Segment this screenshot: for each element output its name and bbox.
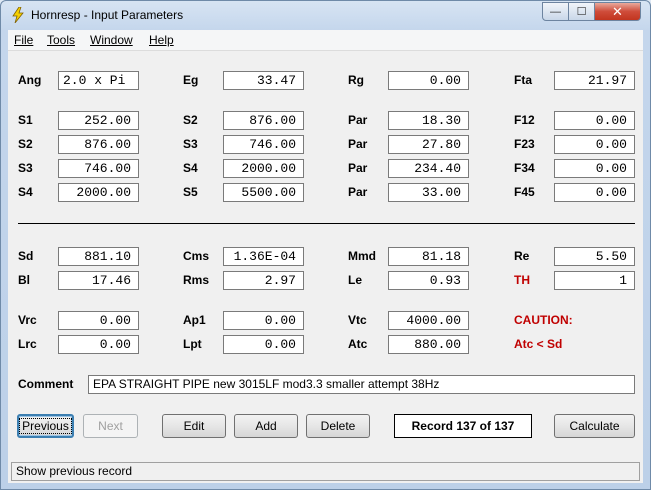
field-re[interactable]: 5.50: [554, 247, 635, 266]
menu-tools[interactable]: Tools: [47, 33, 75, 47]
window-title: Hornresp - Input Parameters: [31, 8, 184, 22]
label-fta: Fta: [514, 73, 532, 87]
field-le[interactable]: 0.93: [388, 271, 469, 290]
add-button[interactable]: Add: [234, 414, 298, 438]
field-par-1[interactable]: 18.30: [388, 111, 469, 130]
field-s3-left[interactable]: 746.00: [58, 159, 139, 178]
label-par-1: Par: [348, 113, 368, 127]
menu-help[interactable]: Help: [149, 33, 174, 47]
caution-message: Atc < Sd: [514, 337, 563, 351]
field-f23[interactable]: 0.00: [554, 135, 635, 154]
status-bar: Show previous record: [8, 459, 643, 483]
label-bl: Bl: [18, 273, 30, 287]
calculate-button[interactable]: Calculate: [554, 414, 635, 438]
label-s4: S4: [18, 185, 33, 199]
label-th: TH: [514, 273, 530, 287]
label-s1: S1: [18, 113, 33, 127]
field-vtc[interactable]: 4000.00: [388, 311, 469, 330]
label-sd: Sd: [18, 249, 34, 263]
label-f45: F45: [514, 185, 535, 199]
lightning-icon: [12, 7, 24, 23]
field-s2[interactable]: 876.00: [223, 111, 304, 130]
label-par-3: Par: [348, 161, 368, 175]
field-mmd[interactable]: 81.18: [388, 247, 469, 266]
label-lpt: Lpt: [183, 337, 202, 351]
field-fta[interactable]: 21.97: [554, 71, 635, 90]
field-f45[interactable]: 0.00: [554, 183, 635, 202]
label-cms: Cms: [183, 249, 210, 263]
edit-button[interactable]: Edit: [162, 414, 226, 438]
label-par-4: Par: [348, 185, 368, 199]
label-s5: S5: [183, 185, 198, 199]
label-s3: S3: [18, 161, 33, 175]
label-lrc: Lrc: [18, 337, 37, 351]
label-ang: Ang: [18, 73, 42, 87]
section-divider: [18, 223, 635, 224]
input-parameters-panel: Ang 2.0 x Pi Eg 33.47 Rg 0.00 Fta 21.97 …: [8, 51, 643, 459]
field-f12[interactable]: 0.00: [554, 111, 635, 130]
label-le: Le: [348, 273, 363, 287]
minimize-button[interactable]: —: [542, 2, 569, 21]
status-text: Show previous record: [11, 462, 640, 481]
label-eg: Eg: [183, 73, 199, 87]
label-f12: F12: [514, 113, 535, 127]
label-atc: Atc: [348, 337, 368, 351]
field-ap1[interactable]: 0.00: [223, 311, 304, 330]
label-vrc: Vrc: [18, 313, 37, 327]
field-par-2[interactable]: 27.80: [388, 135, 469, 154]
label-rg: Rg: [348, 73, 364, 87]
field-par-4[interactable]: 33.00: [388, 183, 469, 202]
label-re: Re: [514, 249, 530, 263]
field-vrc[interactable]: 0.00: [58, 311, 139, 330]
label-s2: S2: [18, 137, 33, 151]
field-s3[interactable]: 746.00: [223, 135, 304, 154]
menu-window[interactable]: Window: [90, 33, 133, 47]
comment-field[interactable]: EPA STRAIGHT PIPE new 3015LF mod3.3 smal…: [88, 375, 635, 394]
delete-button[interactable]: Delete: [306, 414, 370, 438]
label-mmd: Mmd: [348, 249, 376, 263]
field-s4-left[interactable]: 2000.00: [58, 183, 139, 202]
field-th[interactable]: 1: [554, 271, 635, 290]
field-bl[interactable]: 17.46: [58, 271, 139, 290]
record-indicator: Record 137 of 137: [394, 414, 532, 438]
field-lrc[interactable]: 0.00: [58, 335, 139, 354]
field-s5[interactable]: 5500.00: [223, 183, 304, 202]
menu-bar: File Tools Window Help: [8, 30, 643, 51]
label-f23: F23: [514, 137, 535, 151]
close-button[interactable]: ✕: [594, 2, 641, 21]
field-s4[interactable]: 2000.00: [223, 159, 304, 178]
previous-button[interactable]: Previous: [17, 414, 74, 438]
label-vtc: Vtc: [348, 313, 367, 327]
field-rg[interactable]: 0.00: [388, 71, 469, 90]
maximize-button[interactable]: ☐: [568, 2, 595, 21]
main-window: Hornresp - Input Parameters — ☐ ✕ File T…: [0, 0, 651, 490]
label-comment: Comment: [18, 377, 74, 391]
label-rms: Rms: [183, 273, 210, 287]
label-s3: S3: [183, 137, 198, 151]
field-cms[interactable]: 1.36E-04: [223, 247, 304, 266]
field-eg[interactable]: 33.47: [223, 71, 304, 90]
field-rms[interactable]: 2.97: [223, 271, 304, 290]
label-f34: F34: [514, 161, 535, 175]
field-sd[interactable]: 881.10: [58, 247, 139, 266]
field-ang[interactable]: 2.0 x Pi: [58, 71, 139, 90]
caution-label: CAUTION:: [514, 313, 573, 327]
label-s2: S2: [183, 113, 198, 127]
field-lpt[interactable]: 0.00: [223, 335, 304, 354]
label-ap1: Ap1: [183, 313, 206, 327]
next-button[interactable]: Next: [83, 414, 138, 438]
menu-file[interactable]: File: [14, 33, 33, 47]
field-f34[interactable]: 0.00: [554, 159, 635, 178]
field-s2-left[interactable]: 876.00: [58, 135, 139, 154]
label-par-2: Par: [348, 137, 368, 151]
field-s1[interactable]: 252.00: [58, 111, 139, 130]
label-s4: S4: [183, 161, 198, 175]
title-bar[interactable]: Hornresp - Input Parameters — ☐ ✕: [1, 1, 650, 30]
field-par-3[interactable]: 234.40: [388, 159, 469, 178]
field-atc[interactable]: 880.00: [388, 335, 469, 354]
